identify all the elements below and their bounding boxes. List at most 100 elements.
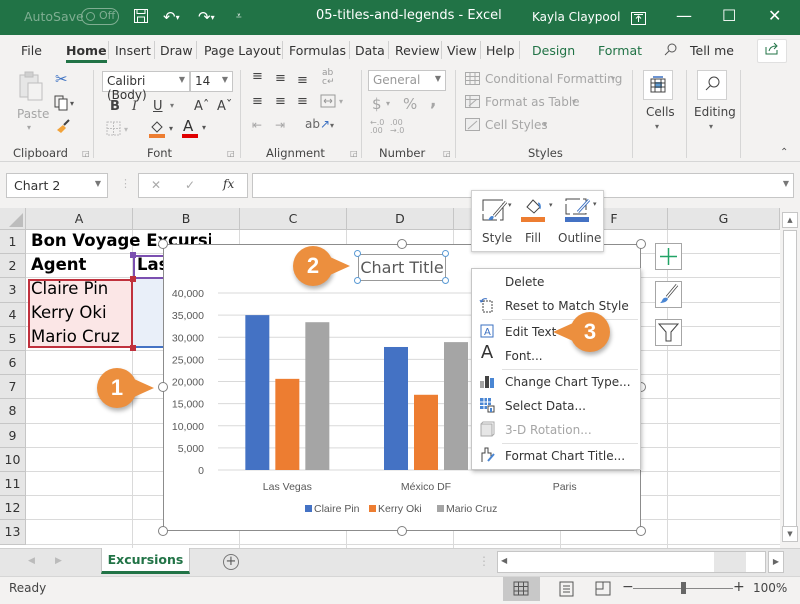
- cell-styles-button[interactable]: Cell Styles: [485, 118, 548, 132]
- next-sheet-button[interactable]: ▶: [55, 556, 62, 566]
- row-header-5[interactable]: 5: [0, 326, 26, 351]
- orientation-icon[interactable]: ab↗▾: [305, 117, 334, 131]
- currency-button[interactable]: $: [372, 95, 382, 113]
- column-header-C[interactable]: C: [240, 208, 347, 230]
- vertical-scrollbar[interactable]: ▲ ▼: [780, 208, 800, 548]
- shrink-font-button[interactable]: Aˇ: [217, 99, 232, 114]
- redo-icon[interactable]: ↷▾: [198, 8, 215, 26]
- cell-A3[interactable]: Claire Pin: [31, 279, 108, 298]
- prev-sheet-button[interactable]: ◀: [28, 556, 35, 566]
- minimize-button[interactable]: —: [676, 6, 692, 25]
- middle-align-icon[interactable]: ≡: [275, 71, 286, 86]
- expand-formula-icon[interactable]: ▼: [783, 179, 789, 188]
- bottom-align-icon[interactable]: ≡: [297, 73, 308, 88]
- editing-icon[interactable]: [697, 70, 727, 100]
- name-box[interactable]: Chart 2 ▼: [6, 173, 108, 198]
- column-header-B[interactable]: B: [133, 208, 240, 230]
- title-resize-handle[interactable]: [442, 277, 449, 284]
- chart-resize-handle-br[interactable]: [636, 526, 646, 536]
- chart-styles-button[interactable]: [655, 281, 682, 308]
- underline-dropdown-icon[interactable]: ▾: [170, 101, 174, 110]
- increase-indent-icon[interactable]: ⇥: [275, 118, 285, 132]
- row-header-1[interactable]: 1: [0, 230, 26, 255]
- enter-formula-button[interactable]: ✓: [185, 178, 195, 192]
- decrease-decimal-icon[interactable]: .00 →.0: [390, 119, 404, 135]
- cell-B2[interactable]: Las: [137, 255, 163, 274]
- scroll-left-button[interactable]: ◀: [501, 556, 507, 565]
- zoom-in-button[interactable]: +: [733, 579, 745, 595]
- tab-help[interactable]: Help: [486, 43, 515, 58]
- tab-split-handle[interactable]: ⋮: [478, 554, 490, 568]
- insert-function-button[interactable]: fx: [223, 177, 234, 191]
- style-icon[interactable]: ▾: [482, 198, 514, 225]
- percent-button[interactable]: %: [403, 95, 417, 113]
- horizontal-scrollbar[interactable]: ◀: [497, 551, 766, 573]
- increase-decimal-icon[interactable]: ←.0.00: [370, 119, 384, 135]
- tab-page-layout[interactable]: Page Layout: [204, 43, 281, 58]
- decrease-indent-icon[interactable]: ⇤: [252, 118, 262, 132]
- ribbon-display-icon[interactable]: [631, 10, 646, 29]
- undo-icon[interactable]: ↶▾: [163, 8, 180, 26]
- paste-button[interactable]: Paste: [17, 107, 49, 121]
- chart-resize-handle-tr[interactable]: [636, 239, 646, 249]
- tab-formulas[interactable]: Formulas: [289, 43, 346, 58]
- merge-center-icon[interactable]: ▾: [320, 94, 346, 111]
- tab-view[interactable]: View: [447, 43, 477, 58]
- row-header-4[interactable]: 4: [0, 302, 26, 327]
- outline-icon[interactable]: ▾: [565, 197, 601, 226]
- cell-A5[interactable]: Mario Cruz: [31, 327, 119, 346]
- zoom-slider-thumb[interactable]: [681, 582, 686, 594]
- cancel-formula-button[interactable]: ✕: [151, 178, 161, 192]
- chart-resize-handle-t[interactable]: [397, 239, 407, 249]
- sheet-tab-excursions[interactable]: Excursions: [101, 548, 190, 574]
- chart-resize-handle-tl[interactable]: [158, 239, 168, 249]
- copy-icon[interactable]: ▾: [54, 95, 76, 114]
- align-left-icon[interactable]: ≡: [252, 94, 263, 109]
- grow-font-button[interactable]: Aˆ: [194, 99, 209, 114]
- clipboard-launcher-icon[interactable]: ◲: [82, 149, 90, 158]
- tab-data[interactable]: Data: [355, 43, 385, 58]
- tab-insert[interactable]: Insert: [115, 43, 151, 58]
- cells-icon[interactable]: [643, 70, 673, 100]
- font-name-select[interactable]: Calibri (Body) ▼: [102, 71, 190, 102]
- scroll-down-button[interactable]: ▼: [782, 526, 798, 542]
- row-header-12[interactable]: 12: [0, 496, 26, 521]
- row-header-8[interactable]: 8: [0, 399, 26, 424]
- fill-icon[interactable]: ▾: [521, 197, 555, 226]
- vertical-scroll-thumb[interactable]: [783, 230, 797, 540]
- format-as-table-button[interactable]: Format as Table: [485, 95, 580, 109]
- user-name[interactable]: Kayla Claypool: [532, 10, 620, 24]
- row-header-6[interactable]: 6: [0, 351, 26, 376]
- cells-button[interactable]: Cells: [646, 105, 675, 119]
- save-icon[interactable]: [133, 8, 149, 28]
- tab-home[interactable]: Home: [66, 43, 107, 63]
- font-launcher-icon[interactable]: ◲: [227, 149, 235, 158]
- close-button[interactable]: ✕: [768, 6, 781, 25]
- fill-button[interactable]: Fill: [525, 231, 541, 245]
- tab-file[interactable]: File: [21, 43, 42, 58]
- align-right-icon[interactable]: ≡: [297, 94, 308, 109]
- font-size-select[interactable]: 14 ▼: [190, 71, 233, 92]
- title-resize-handle[interactable]: [442, 250, 449, 257]
- collapse-ribbon-icon[interactable]: ⌃: [780, 147, 788, 158]
- row-header-3[interactable]: 3: [0, 278, 26, 303]
- select-all-button[interactable]: [0, 208, 26, 230]
- format-painter-icon[interactable]: [55, 118, 71, 137]
- menu-item-delete[interactable]: Delete: [472, 270, 640, 294]
- row-header-2[interactable]: 2: [0, 254, 26, 279]
- font-color-icon[interactable]: A ▾: [181, 117, 209, 141]
- chart-resize-handle-l[interactable]: [158, 382, 168, 392]
- number-launcher-icon[interactable]: ◲: [443, 149, 451, 158]
- top-align-icon[interactable]: ≡: [252, 69, 263, 84]
- row-header-11[interactable]: 11: [0, 472, 26, 497]
- autosave-toggle[interactable]: Off: [81, 8, 119, 25]
- page-layout-view-button[interactable]: [552, 577, 582, 601]
- title-resize-handle[interactable]: [354, 250, 361, 257]
- formula-bar-grip[interactable]: ⋮: [120, 177, 131, 190]
- menu-item-reset-to-match-style[interactable]: Reset to Match Style: [472, 294, 640, 318]
- chart-title[interactable]: Chart Title: [358, 254, 446, 281]
- row-header-9[interactable]: 9: [0, 423, 26, 448]
- tab-design[interactable]: Design: [532, 43, 575, 58]
- style-button[interactable]: Style: [482, 231, 512, 245]
- underline-button[interactable]: U: [153, 99, 163, 114]
